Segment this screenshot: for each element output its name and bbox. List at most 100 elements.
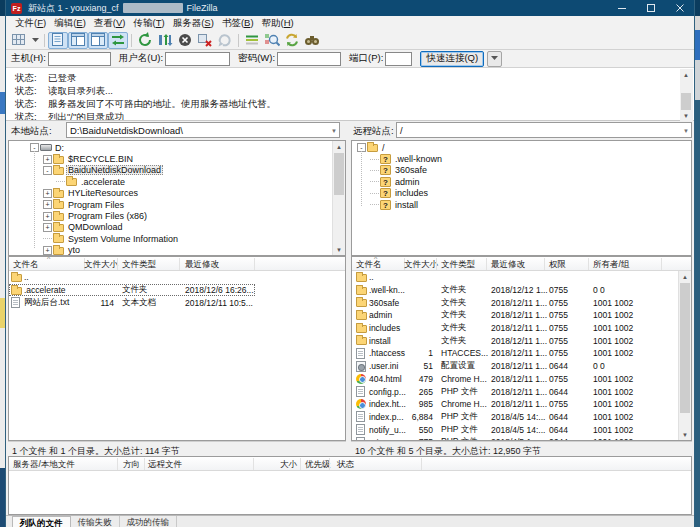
menu-item-server[interactable]: 服务器(S) (169, 17, 218, 30)
message-log-scrollbar[interactable]: ▲ ▼ (680, 69, 693, 121)
find-files-icon[interactable] (302, 32, 322, 49)
column-header[interactable]: 所有者/组 (593, 259, 629, 271)
queue-column-resize-handle[interactable] (144, 458, 145, 470)
expand-icon[interactable]: + (43, 212, 52, 221)
refresh-icon[interactable] (135, 32, 155, 49)
remote-file-row[interactable]: 360safe文件夹2018/12/11 1...07551001 1002 (352, 296, 691, 309)
column-resize-handle[interactable] (436, 258, 437, 270)
column-header[interactable]: 最近修改 (185, 259, 219, 271)
queue-column-header[interactable]: 方向 (123, 459, 140, 471)
toggle-local-tree-icon[interactable] (68, 32, 88, 49)
password-input[interactable] (277, 52, 341, 66)
remote-list-scrollbar[interactable]: ▲▼ (678, 271, 691, 440)
remote-file-row[interactable]: config.p...265PHP 文件2018/12/11 1...06441… (352, 385, 691, 398)
local-tree-item[interactable]: System Volume Information (9, 233, 345, 244)
minimize-button[interactable] (607, 0, 636, 16)
local-site-combobox[interactable]: D:\BaiduNetdiskDownload\ ▼ (66, 122, 340, 138)
remote-file-row[interactable]: index.ht...985Chrome H...2018/12/11 1...… (352, 398, 691, 411)
local-tree-item[interactable]: +Program Files (x86) (9, 210, 345, 221)
column-header[interactable]: 文件类型 (441, 259, 475, 271)
site-manager-dropdown-icon[interactable] (29, 32, 41, 49)
maximize-button[interactable] (636, 0, 665, 16)
column-resize-handle[interactable] (588, 258, 589, 270)
menu-item-view[interactable]: 查看(V) (90, 17, 130, 30)
queue-column-header[interactable]: 状态 (337, 459, 354, 471)
queue-column-header[interactable]: 大小 (253, 459, 297, 471)
queue-column-header[interactable]: 远程文件 (148, 459, 182, 471)
column-header[interactable]: 文件名 (13, 259, 39, 271)
quickconnect-dropdown-icon[interactable] (487, 51, 502, 67)
column-resize-handle[interactable] (254, 258, 255, 270)
filter-icon[interactable] (242, 32, 262, 49)
remote-file-row[interactable]: return_...775PHP 文件2018/4/5 1...06441001… (352, 436, 691, 440)
column-header[interactable]: 文件大小 (84, 259, 114, 271)
local-tree-item[interactable]: +yto (9, 245, 345, 256)
menu-item-edit[interactable]: 编辑(E) (50, 17, 90, 30)
remote-tree-item[interactable]: ?.well-known (352, 153, 691, 164)
local-file-row[interactable]: 网站后台.txt114文本文档2018/12/11 10:5... (9, 296, 345, 309)
queue-tab-2[interactable]: 成功的传输 (120, 516, 178, 527)
menu-item-transfer[interactable]: 传输(T) (130, 17, 169, 30)
username-input[interactable] (165, 52, 230, 66)
port-input[interactable] (385, 52, 412, 66)
remote-tree-item[interactable]: ?install (352, 199, 691, 210)
local-tree-item[interactable]: -D: (9, 142, 345, 153)
local-file-row[interactable]: .. (9, 271, 345, 284)
expand-icon[interactable]: + (43, 223, 52, 232)
queue-column-resize-handle[interactable] (300, 458, 301, 470)
column-resize-handle[interactable] (544, 258, 545, 270)
local-tree-item[interactable]: +HYLiteResources (9, 188, 345, 199)
remote-file-row[interactable]: includes文件夹2018/12/11 1...07551001 1002 (352, 322, 691, 335)
close-button[interactable] (665, 0, 694, 16)
column-resize-handle[interactable] (486, 258, 487, 270)
remote-file-row[interactable]: .user.ini51配置设置2018/12/11 1...06440 0 (352, 360, 691, 373)
queue-column-resize-handle[interactable] (421, 458, 422, 470)
toggle-transfer-queue-icon[interactable] (108, 32, 128, 49)
cancel-operation-icon[interactable] (175, 32, 195, 49)
remote-file-row[interactable]: .. (352, 271, 691, 284)
column-resize-handle[interactable] (661, 258, 662, 270)
local-tree-item[interactable]: +QMDownload (9, 222, 345, 233)
remote-file-row[interactable]: 404.html479Chrome H...2018/12/11 1...075… (352, 373, 691, 386)
expand-icon[interactable]: + (43, 200, 52, 209)
quickconnect-button[interactable]: 快速连接(Q) (420, 51, 484, 67)
process-queue-icon[interactable] (155, 32, 175, 49)
toggle-remote-tree-icon[interactable] (88, 32, 108, 49)
column-header[interactable]: 文件名 (356, 259, 382, 271)
directory-comparison-icon[interactable] (262, 32, 282, 49)
queue-column-header[interactable]: 优先级 (305, 459, 331, 471)
remote-tree-item[interactable]: ?360safe (352, 165, 691, 176)
synchronized-browsing-icon[interactable] (282, 32, 302, 49)
collapse-icon[interactable]: - (43, 166, 52, 175)
expand-icon[interactable]: + (43, 155, 52, 164)
remote-tree-item[interactable]: -/ (352, 142, 691, 153)
column-header[interactable]: 文件大小 (404, 259, 433, 271)
local-tree-scrollbar[interactable]: ▲▼ (332, 141, 345, 255)
disconnect-icon[interactable] (195, 32, 215, 49)
remote-tree-item[interactable]: ?admin (352, 176, 691, 187)
menu-item-file[interactable]: 文件(F) (11, 17, 50, 30)
expand-icon[interactable]: + (43, 189, 52, 198)
remote-file-row[interactable]: admin文件夹2018/12/11 1...07551001 1002 (352, 309, 691, 322)
local-tree-item[interactable]: +Program Files (9, 199, 345, 210)
remote-site-combobox[interactable]: / ▼ (396, 122, 692, 138)
local-tree-item[interactable]: -BaiduNetdiskDownload (9, 165, 345, 176)
site-manager-icon[interactable] (9, 32, 29, 49)
menu-item-help[interactable]: 帮助(H) (258, 17, 298, 30)
queue-tab-0[interactable]: 列队的文件 (12, 516, 71, 527)
column-header[interactable]: 文件类型 (122, 259, 156, 271)
expand-icon[interactable]: + (43, 246, 52, 255)
remote-tree-item[interactable]: ?includes (352, 188, 691, 199)
remote-file-row[interactable]: notify_u...550PHP 文件2018/4/5 14:...06441… (352, 423, 691, 436)
local-file-row[interactable]: .accelerate文件夹2018/12/6 16:26... (9, 284, 345, 297)
column-header[interactable]: 最近修改 (491, 259, 525, 271)
local-tree-item[interactable]: +$RECYCLE.BIN (9, 153, 345, 164)
column-header[interactable]: 权限 (549, 259, 566, 271)
column-resize-handle[interactable] (179, 258, 180, 270)
toggle-message-log-icon[interactable] (48, 32, 68, 49)
queue-tab-1[interactable]: 传输失败 (71, 516, 120, 527)
queue-column-resize-handle[interactable] (117, 458, 118, 470)
remote-file-row[interactable]: install文件夹2018/12/11 1...07551001 1002 (352, 334, 691, 347)
column-resize-handle[interactable] (117, 258, 118, 270)
host-input[interactable] (48, 52, 111, 66)
